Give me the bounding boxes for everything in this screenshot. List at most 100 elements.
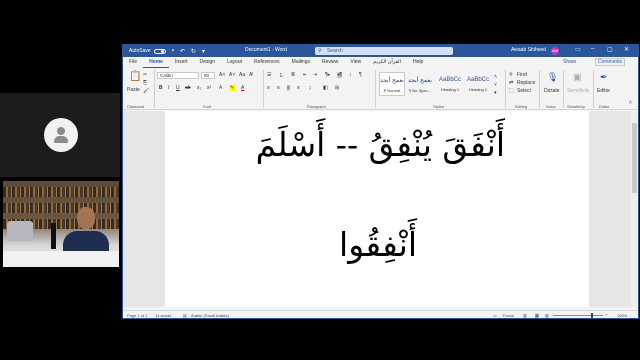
copy-icon[interactable]: ⎘: [143, 80, 147, 86]
style-normal[interactable]: بعمح أبجد ¶ Normal: [379, 72, 405, 96]
italic-button[interactable]: I: [168, 85, 169, 91]
vertical-scrollbar[interactable]: [631, 111, 638, 307]
paste-button[interactable]: Paste: [127, 87, 140, 93]
participant-avatar-icon: [44, 118, 78, 152]
change-case-icon[interactable]: Aa: [239, 72, 245, 78]
tab-home[interactable]: Home: [143, 57, 169, 68]
styles-more-icon[interactable]: ▾: [494, 90, 497, 96]
superscript-button[interactable]: x²: [207, 85, 211, 91]
editing-group-label: Editing: [515, 104, 528, 109]
share-button[interactable]: Share: [563, 59, 576, 65]
align-center-icon[interactable]: ≡: [277, 85, 280, 91]
tab-mailings[interactable]: Mailings: [286, 57, 316, 68]
zoom-in-icon[interactable]: +: [605, 312, 607, 317]
line-spacing-icon[interactable]: ↨: [309, 85, 312, 91]
read-mode-icon[interactable]: ▥: [523, 313, 527, 318]
shrink-font-icon[interactable]: A˅: [229, 72, 235, 78]
paste-icon[interactable]: 📋: [129, 71, 141, 82]
ltr-icon[interactable]: ¶▸: [325, 72, 330, 78]
focus-icon[interactable]: ▭: [493, 313, 497, 318]
bold-button[interactable]: B: [159, 85, 163, 91]
font-name-select[interactable]: Calibri: [157, 72, 199, 79]
autosave-toggle[interactable]: [153, 48, 166, 54]
cut-icon[interactable]: ✂: [143, 72, 147, 78]
select-button[interactable]: Select: [517, 88, 531, 94]
maximize-icon[interactable]: ▢: [607, 46, 613, 53]
close-icon[interactable]: ✕: [624, 46, 629, 53]
sort-icon[interactable]: ↕: [349, 72, 352, 78]
tab-review[interactable]: Review: [316, 57, 344, 68]
clear-format-icon[interactable]: A̸: [249, 72, 252, 78]
tab-insert[interactable]: Insert: [169, 57, 194, 68]
print-layout-icon[interactable]: ▦: [535, 312, 539, 318]
tab-help[interactable]: Help: [407, 57, 429, 68]
web-layout-icon[interactable]: ▧: [545, 313, 549, 318]
collapse-ribbon-icon[interactable]: ˄: [629, 100, 632, 106]
grow-font-icon[interactable]: A˄: [219, 72, 225, 78]
customize-qat-icon[interactable]: ▾: [202, 48, 205, 55]
user-name[interactable]: Awaab Shiheed: [511, 47, 546, 53]
zoom-level[interactable]: 100%: [617, 313, 627, 318]
ribbon-display-icon[interactable]: ▭: [575, 46, 581, 53]
tab-quran[interactable]: القرآن الكريم: [367, 57, 407, 68]
shading-icon[interactable]: ◧: [323, 85, 328, 91]
borders-icon[interactable]: ⊞: [335, 85, 339, 91]
replace-button[interactable]: Replace: [517, 80, 535, 86]
decrease-indent-icon[interactable]: ⇤: [303, 72, 307, 78]
minimize-icon[interactable]: –: [591, 46, 594, 52]
style-no-spacing[interactable]: بعمح أبجد ¶ No Spac...: [407, 72, 433, 96]
search-input[interactable]: ⚲ Search: [315, 47, 453, 55]
tab-file[interactable]: File: [123, 57, 143, 68]
strikethrough-button[interactable]: ab: [185, 85, 191, 91]
replace-icon[interactable]: ⇄: [509, 80, 513, 86]
zoom-slider-thumb[interactable]: [591, 312, 593, 318]
style-name: Heading 2: [468, 87, 488, 92]
find-button[interactable]: Find: [517, 72, 527, 78]
find-icon[interactable]: ⚲: [509, 72, 513, 78]
undo-icon[interactable]: ↶: [180, 48, 185, 55]
page-count[interactable]: Page 1 of 1: [127, 313, 147, 318]
tab-references[interactable]: References: [248, 57, 286, 68]
tab-view[interactable]: View: [344, 57, 367, 68]
redo-icon[interactable]: ↻: [191, 48, 196, 55]
styles-scroll-down-icon[interactable]: ˅: [494, 82, 497, 88]
document-page[interactable]: أَنْفَقَ يُنْفِقُ -- أَسْلَمَ أَنْفِقُوا: [165, 111, 589, 307]
editor-button[interactable]: Editor: [597, 88, 610, 94]
multilevel-list-icon[interactable]: ≣: [291, 72, 295, 78]
style-heading-2[interactable]: AaBbCc Heading 2: [465, 72, 491, 96]
numbering-icon[interactable]: ⒈: [279, 72, 284, 79]
webcam-video[interactable]: [3, 181, 119, 267]
show-marks-icon[interactable]: ¶: [359, 72, 362, 78]
comments-button[interactable]: Comments: [595, 58, 626, 66]
increase-indent-icon[interactable]: ⇥: [313, 72, 317, 78]
subscript-button[interactable]: x₂: [197, 85, 201, 91]
font-size-select[interactable]: 80: [201, 72, 215, 79]
format-painter-icon[interactable]: 🖌: [143, 88, 149, 94]
language-status[interactable]: Arabic (Saudi Arabia): [191, 313, 229, 318]
word-count[interactable]: 14 words: [155, 313, 171, 318]
highlight-icon[interactable]: ✎: [229, 85, 236, 91]
user-avatar[interactable]: AW: [551, 47, 559, 55]
tab-layout[interactable]: Layout: [221, 57, 248, 68]
autosave-label: AutoSave: [129, 48, 151, 54]
styles-scroll-up-icon[interactable]: ˄: [494, 74, 497, 80]
bullets-icon[interactable]: ☰: [267, 72, 271, 78]
zoom-slider[interactable]: [553, 314, 603, 316]
proofing-icon[interactable]: ▤: [183, 313, 187, 318]
dictate-button[interactable]: Dictate: [544, 88, 560, 94]
select-icon[interactable]: ⬚: [509, 88, 514, 94]
align-left-icon[interactable]: ≡: [267, 85, 270, 91]
style-heading-1[interactable]: AaBbCc Heading 1: [437, 72, 463, 96]
underline-button[interactable]: U: [176, 85, 180, 91]
text-effects-button[interactable]: A: [219, 85, 222, 91]
focus-button[interactable]: Focus: [503, 313, 514, 318]
dictate-icon[interactable]: 🎙: [547, 72, 558, 83]
editor-icon[interactable]: ✒: [600, 72, 608, 83]
font-color-button[interactable]: A: [241, 85, 244, 91]
save-icon[interactable]: ▪: [172, 48, 174, 54]
participant-tile[interactable]: [0, 93, 120, 177]
tab-design[interactable]: Design: [193, 57, 221, 68]
align-right-icon[interactable]: ≡: [287, 85, 290, 91]
rtl-icon[interactable]: ◂¶: [337, 72, 343, 78]
justify-icon[interactable]: ≡: [297, 85, 300, 91]
